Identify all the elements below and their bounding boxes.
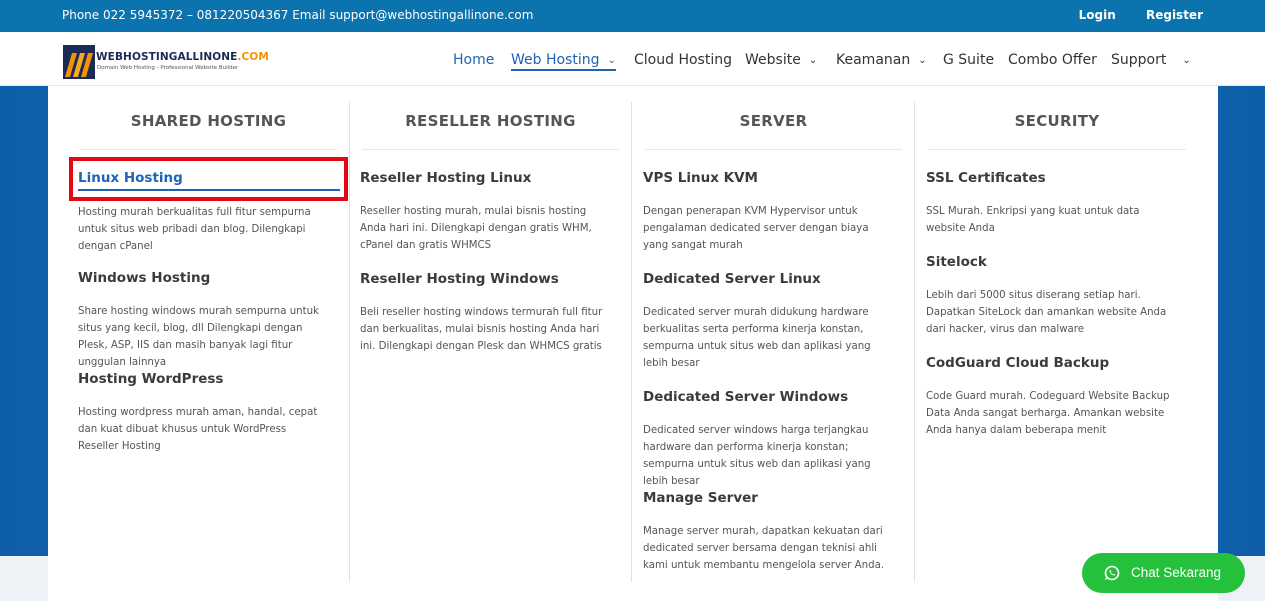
entry-description: Share hosting windows murah sempurna unt… (78, 306, 319, 368)
entry-description: Dedicated server windows harga terjangka… (643, 425, 871, 487)
entry-description: Reseller hosting murah, mulai bisnis hos… (360, 206, 592, 251)
logo-mark-icon (63, 45, 95, 79)
nav-support-label: Support (1111, 52, 1167, 68)
reseller-hosting-linux-link[interactable]: Reseller Hosting Linux (360, 170, 605, 186)
menu-entry: Dedicated Server Windows Dedicated serve… (643, 389, 888, 490)
entry-description: Hosting wordpress murah aman, handal, ce… (78, 407, 318, 452)
entry-description: Beli reseller hosting windows termurah f… (360, 307, 603, 352)
menu-entry: Reseller Hosting Windows Beli reseller h… (360, 271, 605, 355)
nav-website-label: Website (745, 52, 801, 68)
entry-description: Lebih dari 5000 situs diserang setiap ha… (926, 290, 1167, 335)
chevron-down-icon: ⌄ (607, 55, 616, 66)
site-logo[interactable]: WEBHOSTINGALLINONE.COM Domain Web Hostin… (63, 45, 273, 79)
menu-entry: Dedicated Server Linux Dedicated server … (643, 271, 888, 372)
nav-support[interactable]: Support ⌄ (1111, 52, 1191, 68)
ssl-certificates-link[interactable]: SSL Certificates (926, 170, 1171, 186)
nav-keamanan[interactable]: Keamanan ⌄ (836, 52, 927, 68)
nav-combo-offer[interactable]: Combo Offer (1008, 52, 1097, 68)
menu-entry: SSL Certificates SSL Murah. Enkripsi yan… (926, 170, 1171, 237)
nav-keamanan-label: Keamanan (836, 52, 911, 68)
chat-now-button[interactable]: Chat Sekarang (1082, 553, 1245, 593)
chevron-down-icon: ⌄ (918, 55, 927, 66)
menu-column-security: SECURITY SSL Certificates SSL Murah. Enk… (916, 102, 1198, 582)
codguard-cloud-backup-link[interactable]: CodGuard Cloud Backup (926, 355, 1171, 371)
hosting-wordpress-link[interactable]: Hosting WordPress (78, 371, 323, 387)
sitelock-link[interactable]: Sitelock (926, 254, 1171, 270)
menu-entry: Reseller Hosting Linux Reseller hosting … (360, 170, 605, 254)
dedicated-server-linux-link[interactable]: Dedicated Server Linux (643, 271, 888, 287)
menu-entry: Hosting WordPress Hosting wordpress mura… (78, 371, 323, 455)
nav-cloud-hosting[interactable]: Cloud Hosting (634, 52, 732, 68)
manage-server-link[interactable]: Manage Server (643, 490, 888, 506)
menu-entry: Manage Server Manage server murah, dapat… (643, 490, 888, 574)
site-header: WEBHOSTINGALLINONE.COM Domain Web Hostin… (0, 32, 1265, 86)
column-heading: SHARED HOSTING (80, 112, 337, 150)
chat-button-label: Chat Sekarang (1131, 565, 1222, 580)
contact-info: Phone 022 5945372 – 081220504367 Email s… (62, 8, 534, 22)
chevron-down-icon: ⌄ (808, 55, 818, 66)
chevron-down-icon: ⌄ (1182, 55, 1191, 66)
entry-description: Dedicated server murah didukung hardware… (643, 307, 871, 369)
menu-column-server: SERVER VPS Linux KVM Dengan penerapan KV… (633, 102, 915, 582)
menu-column-reseller-hosting: RESELLER HOSTING Reseller Hosting Linux … (350, 102, 632, 582)
column-heading: RESELLER HOSTING (362, 112, 619, 150)
nav-g-suite[interactable]: G Suite (943, 52, 994, 68)
top-bar: Phone 022 5945372 – 081220504367 Email s… (0, 0, 1265, 32)
dedicated-server-windows-link[interactable]: Dedicated Server Windows (643, 389, 888, 405)
menu-entry: VPS Linux KVM Dengan penerapan KVM Hyper… (643, 170, 888, 254)
entry-description: SSL Murah. Enkripsi yang kuat untuk data… (926, 206, 1140, 234)
column-heading: SECURITY (928, 112, 1186, 150)
entry-description: Dengan penerapan KVM Hypervisor untuk pe… (643, 206, 869, 251)
windows-hosting-link[interactable]: Windows Hosting (78, 270, 323, 286)
entry-description: Hosting murah berkualitas full fitur sem… (78, 207, 311, 252)
account-links: Login Register (1053, 8, 1203, 22)
nav-web-hosting[interactable]: Web Hosting ⌄ (511, 52, 616, 71)
column-heading: SERVER (645, 112, 902, 150)
menu-entry: Sitelock Lebih dari 5000 situs diserang … (926, 254, 1171, 338)
whatsapp-icon (1104, 565, 1120, 581)
entry-description: Code Guard murah. Codeguard Website Back… (926, 391, 1170, 436)
highlight-box (69, 157, 348, 201)
menu-entry: Windows Hosting Share hosting windows mu… (78, 270, 323, 371)
logo-tagline: Domain Web Hosting - Professional Websit… (97, 65, 239, 71)
nav-website[interactable]: Website ⌄ (745, 52, 817, 68)
menu-entry: CodGuard Cloud Backup Code Guard murah. … (926, 355, 1171, 439)
nav-home[interactable]: Home (453, 52, 494, 68)
nav-web-hosting-label: Web Hosting (511, 52, 600, 68)
register-link[interactable]: Register (1146, 8, 1203, 22)
entry-description: Manage server murah, dapatkan kekuatan d… (643, 526, 885, 571)
reseller-hosting-windows-link[interactable]: Reseller Hosting Windows (360, 271, 605, 287)
logo-wordmark: WEBHOSTINGALLINONE.COM (96, 51, 269, 63)
login-link[interactable]: Login (1079, 8, 1116, 22)
vps-linux-kvm-link[interactable]: VPS Linux KVM (643, 170, 888, 186)
